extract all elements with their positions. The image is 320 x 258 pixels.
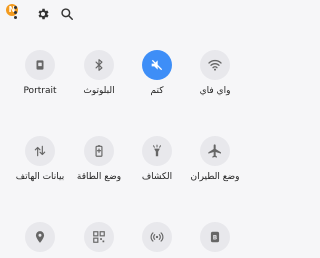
nearby-share-icon[interactable] — [142, 222, 172, 252]
tile-bluetooth[interactable]: البلوتوث — [70, 50, 128, 97]
quick-settings-grid: Portrait البلوتوث كتم واي فاي بيانات اله… — [0, 0, 256, 256]
mute-icon[interactable] — [142, 50, 172, 80]
tile-portrait[interactable]: Portrait — [11, 50, 69, 97]
flashlight-icon[interactable] — [142, 136, 172, 166]
tile-label: وضع الطاقة — [76, 172, 122, 182]
tile-label: بيانات الهاتف — [15, 172, 65, 182]
bluetooth-icon[interactable] — [84, 50, 114, 80]
screen-rotation-icon[interactable] — [25, 50, 55, 80]
tile-label: كتم — [150, 86, 164, 96]
tile-flashlight[interactable]: الكشاف — [128, 136, 186, 183]
tile-nearby-share[interactable] — [128, 222, 186, 258]
qr-code-icon[interactable] — [84, 222, 114, 252]
tile-label: البلوتوث — [83, 86, 115, 96]
mobile-data-icon[interactable] — [25, 136, 55, 166]
tile-location[interactable] — [11, 222, 69, 258]
battery-saver-icon[interactable] — [84, 136, 114, 166]
wifi-icon[interactable] — [200, 50, 230, 80]
tile-label: واي فاي — [199, 86, 231, 96]
tile-power-mode[interactable]: وضع الطاقة — [70, 136, 128, 183]
tile-qr-scanner[interactable] — [70, 222, 128, 258]
tile-mute[interactable]: كتم — [128, 50, 186, 97]
tile-label: وضع الطيران — [190, 172, 240, 182]
tile-label: Portrait — [23, 86, 57, 96]
airplane-icon[interactable] — [200, 136, 230, 166]
tile-airplane-mode[interactable]: وضع الطيران — [186, 136, 244, 183]
tile-bixby[interactable]: B — [186, 222, 244, 258]
tile-label: الكشاف — [141, 172, 173, 182]
tile-mobile-data[interactable]: بيانات الهاتف — [11, 136, 69, 183]
location-icon[interactable] — [25, 222, 55, 252]
bixby-icon[interactable]: B — [200, 222, 230, 252]
svg-text:B: B — [213, 235, 218, 241]
tile-wifi[interactable]: واي فاي — [186, 50, 244, 97]
